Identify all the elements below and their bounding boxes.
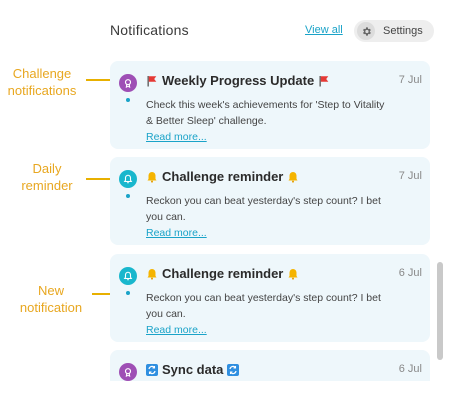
notification-date: 7 Jul — [398, 74, 422, 86]
settings-button[interactable]: Settings — [354, 20, 434, 42]
annotation-daily: Daily reminder — [21, 161, 73, 193]
sync-icon — [227, 363, 240, 376]
avatar — [119, 267, 137, 285]
notification-body: Reckon you can beat yesterday's step cou… — [146, 193, 394, 241]
bell-icon — [146, 268, 158, 280]
annotation-challenge: Challenge notifications — [7, 66, 77, 98]
annotation-new: New notification — [19, 283, 83, 315]
bell-icon — [123, 174, 133, 184]
view-all-link[interactable]: View all — [305, 24, 343, 36]
ribbon-icon — [124, 79, 132, 88]
sync-icon — [146, 363, 158, 376]
notification-list[interactable]: Weekly Progress Update 7 Jul Check this … — [108, 55, 430, 381]
flag-icon — [318, 75, 330, 87]
notification-date: 6 Jul — [398, 267, 422, 279]
settings-label: Settings — [383, 25, 423, 37]
notification-title: Challenge reminder — [146, 266, 299, 281]
avatar — [119, 170, 137, 188]
read-more-link[interactable]: Read more... — [146, 322, 394, 338]
bell-icon — [123, 271, 133, 281]
bell-icon — [287, 171, 299, 183]
notification-card[interactable]: Challenge reminder 6 Jul Reckon you can … — [110, 254, 430, 342]
page-title: Notifications — [110, 22, 189, 38]
notification-title: Challenge reminder — [146, 169, 299, 184]
notification-body: Check this week's achievements for 'Step… — [146, 97, 394, 145]
ribbon-icon — [124, 368, 132, 377]
notification-card[interactable]: Challenge reminder 7 Jul Reckon you can … — [110, 157, 430, 245]
gear-icon — [357, 22, 375, 40]
avatar — [119, 363, 137, 381]
notification-body: Reckon you can beat yesterday's step cou… — [146, 290, 394, 338]
notification-card[interactable]: Sync data 6 Jul — [110, 350, 430, 381]
new-indicator-dot — [126, 291, 130, 295]
notification-date: 6 Jul — [398, 363, 422, 375]
new-indicator-dot — [126, 194, 130, 198]
notification-date: 7 Jul — [398, 170, 422, 182]
notification-title: Weekly Progress Update — [146, 73, 330, 88]
new-indicator-dot — [126, 98, 130, 102]
avatar — [119, 74, 137, 92]
bell-icon — [287, 268, 299, 280]
bell-icon — [146, 171, 158, 183]
read-more-link[interactable]: Read more... — [146, 225, 394, 241]
flag-icon — [146, 75, 158, 87]
notification-card[interactable]: Weekly Progress Update 7 Jul Check this … — [110, 61, 430, 149]
read-more-link[interactable]: Read more... — [146, 129, 394, 145]
scrollbar-thumb[interactable] — [437, 262, 443, 360]
notification-title: Sync data — [146, 362, 240, 377]
